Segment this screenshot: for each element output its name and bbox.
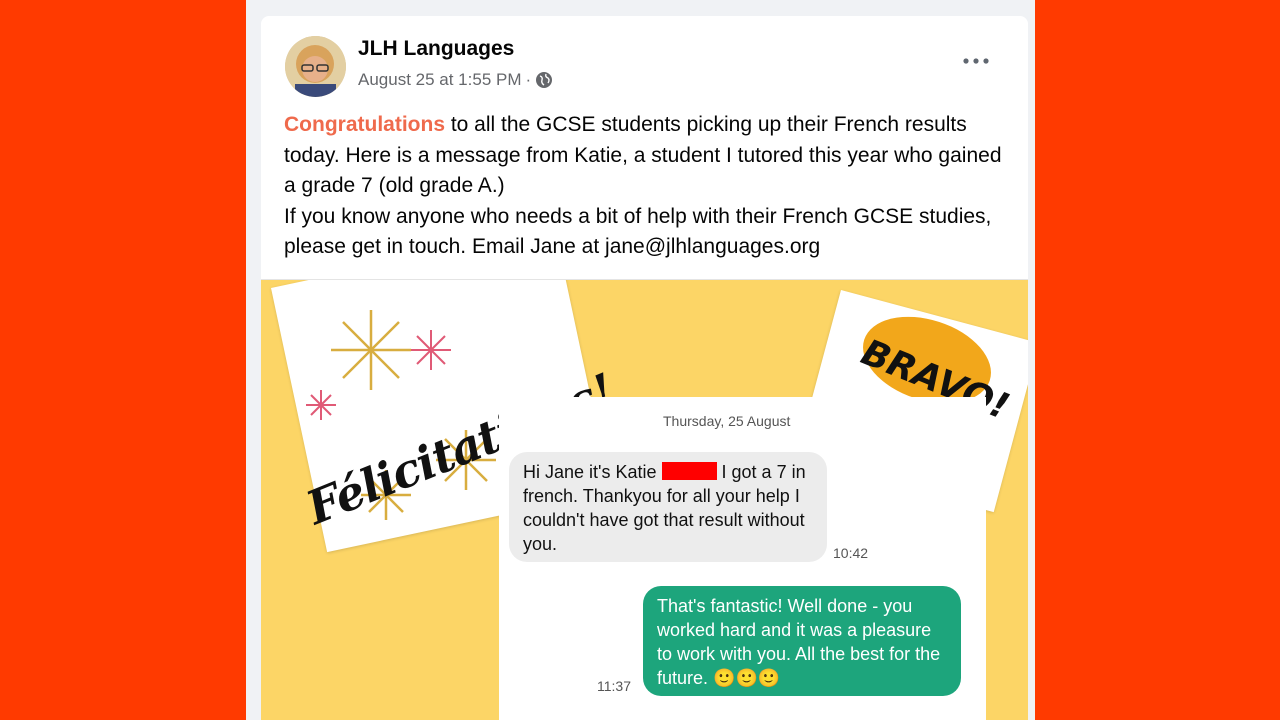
post-card: JLH Languages August 25 at 1:55 PM · Con… [261, 16, 1028, 720]
chat-date: Thursday, 25 August [663, 413, 791, 429]
post-paragraph-1: Congratulations to all the GCSE students… [284, 110, 1004, 202]
outgoing-message: That's fantastic! Well done - you worked… [643, 586, 961, 696]
redaction-block [661, 462, 717, 480]
post-author[interactable]: JLH Languages [358, 37, 514, 61]
incoming-time: 10:42 [833, 545, 869, 561]
post-date[interactable]: August 25 at 1:55 PM [358, 70, 522, 90]
more-icon[interactable] [961, 50, 991, 72]
hashtag-highlight[interactable]: Congratulations [284, 113, 445, 136]
post-paragraph-2: If you know anyone who needs a bit of he… [284, 204, 992, 259]
post-meta: August 25 at 1:55 PM · [358, 70, 553, 90]
post-image[interactable]: Félicitations! BRAVO! Thursday, 25 Augus… [261, 279, 1028, 720]
incoming-text-1: Hi Jane it's Katie [523, 462, 657, 482]
outgoing-text: That's fantastic! Well done - you worked… [657, 596, 941, 688]
avatar[interactable] [285, 36, 346, 97]
incoming-message: Hi Jane it's Katie I got a 7 in french. … [509, 452, 827, 562]
chat-screenshot: Thursday, 25 August Hi Jane it's Katie I… [499, 397, 986, 720]
meta-separator: · [525, 70, 532, 89]
outgoing-time: 11:37 [597, 678, 631, 694]
globe-icon [535, 71, 553, 89]
smile-emoji-icon: 🙂🙂🙂 [713, 668, 781, 688]
post-text: Congratulations to all the GCSE students… [284, 110, 1004, 263]
